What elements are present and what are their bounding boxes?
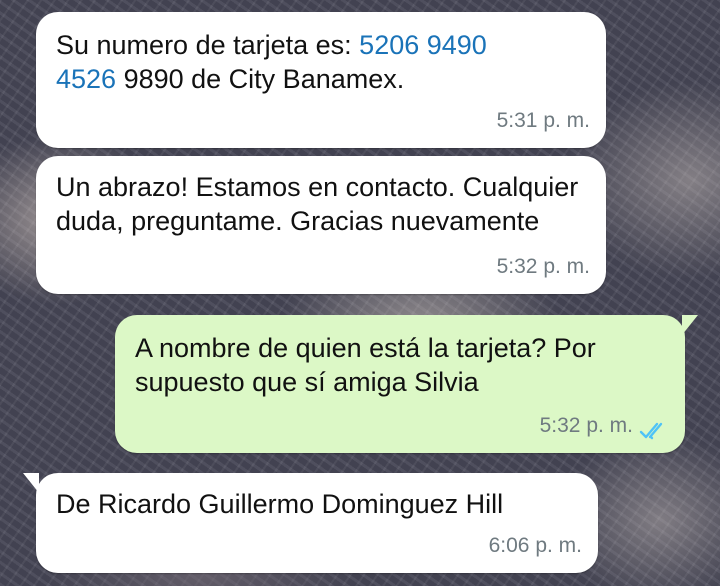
double-check-icon xyxy=(639,417,669,440)
message-text: De Ricardo Guillermo Dominguez Hill xyxy=(56,489,504,519)
message-text: Su numero de tarjeta es: 5206 9490 4526 9… xyxy=(56,28,586,96)
message-bubble-incoming[interactable]: Un abrazo! Estamos en contacto. Cualquie… xyxy=(36,156,606,294)
message-text-part: Su numero de tarjeta es: xyxy=(56,30,360,60)
message-timestamp: 5:32 p. m. xyxy=(539,414,633,437)
message-timestamp: 5:31 p. m. xyxy=(496,109,590,132)
message-timestamp: 6:06 p. m. xyxy=(488,534,582,557)
message-timestamp: 5:32 p. m. xyxy=(496,255,590,278)
message-text: A nombre de quien está la tarjeta? Por s… xyxy=(135,333,596,397)
message-meta: 5:31 p. m. xyxy=(497,104,590,138)
phone-number-link[interactable]: 4526 xyxy=(56,64,116,94)
message-meta: 5:32 p. m. xyxy=(540,409,669,443)
message-bubble-incoming[interactable]: Su numero de tarjeta es: 5206 9490 4526 9… xyxy=(36,12,606,148)
message-bubble-outgoing[interactable]: A nombre de quien está la tarjeta? Por s… xyxy=(115,315,698,453)
message-text: Un abrazo! Estamos en contacto. Cualquie… xyxy=(56,172,579,236)
message-meta: 5:32 p. m. xyxy=(497,250,590,284)
message-text-part: 9890 de City Banamex. xyxy=(116,64,405,94)
phone-number-link[interactable]: 5206 9490 xyxy=(359,30,487,60)
message-bubble-incoming[interactable]: De Ricardo Guillermo Dominguez Hill 6:06… xyxy=(23,473,598,573)
message-meta: 6:06 p. m. xyxy=(489,529,582,563)
